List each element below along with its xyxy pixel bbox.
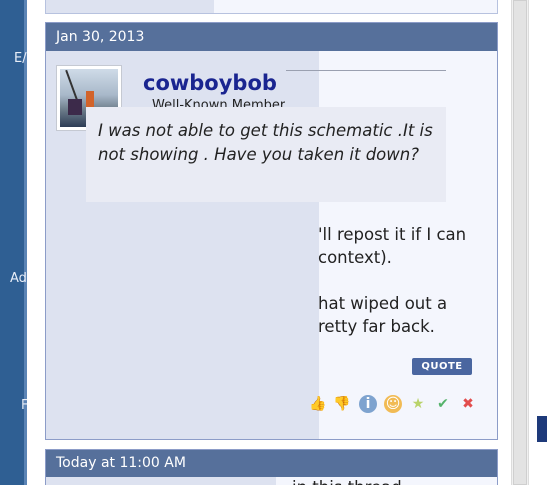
next-post-user-column <box>46 477 276 485</box>
previous-post-bottom <box>45 0 498 14</box>
post-rating-icons: 👍 👎 i ☺ ★ ✔ ✖ <box>309 395 479 417</box>
previous-post-user-column <box>46 0 214 13</box>
post-username[interactable]: cowboybob <box>143 71 277 95</box>
info-icon[interactable]: i <box>359 395 377 413</box>
next-post-date-header: Today at 11:00 AM <box>46 450 497 477</box>
post-date-header: Jan 30, 2013 <box>46 23 497 51</box>
post-body-line: hat wiped out a <box>318 294 448 313</box>
quoted-message: I was not able to get this schematic .It… <box>86 107 446 202</box>
next-post-body-fragment: in this thread <box>292 477 402 485</box>
username-divider <box>286 70 446 71</box>
dislike-icon[interactable]: 👎 <box>333 395 351 413</box>
quote-button[interactable]: QUOTE <box>412 358 472 375</box>
smile-icon[interactable]: ☺ <box>384 395 402 413</box>
check-icon[interactable]: ✔ <box>434 395 452 413</box>
star-icon[interactable]: ★ <box>409 395 427 413</box>
forum-post: Jan 30, 2013 cowboybob Well-Known Member… <box>45 22 498 440</box>
left-strip-text-fragment: E/ <box>14 51 27 66</box>
post-body-line: retty far back. <box>318 317 435 336</box>
next-forum-post: Today at 11:00 AM in this thread <box>45 449 498 485</box>
post-body-line: context). <box>318 248 392 267</box>
left-sidebar-strip: E/ Ad F <box>0 0 27 485</box>
x-icon[interactable]: ✖ <box>459 395 477 413</box>
user-title: Well-Known Member <box>152 98 286 107</box>
right-edge-block <box>537 416 547 442</box>
left-strip-text-fragment: Ad <box>10 271 27 286</box>
like-icon[interactable]: 👍 <box>309 395 327 413</box>
left-strip-text-fragment: F <box>21 398 27 413</box>
post-body-line: 'll repost it if I can <box>318 225 467 244</box>
scrollbar-thumb[interactable] <box>513 0 527 485</box>
